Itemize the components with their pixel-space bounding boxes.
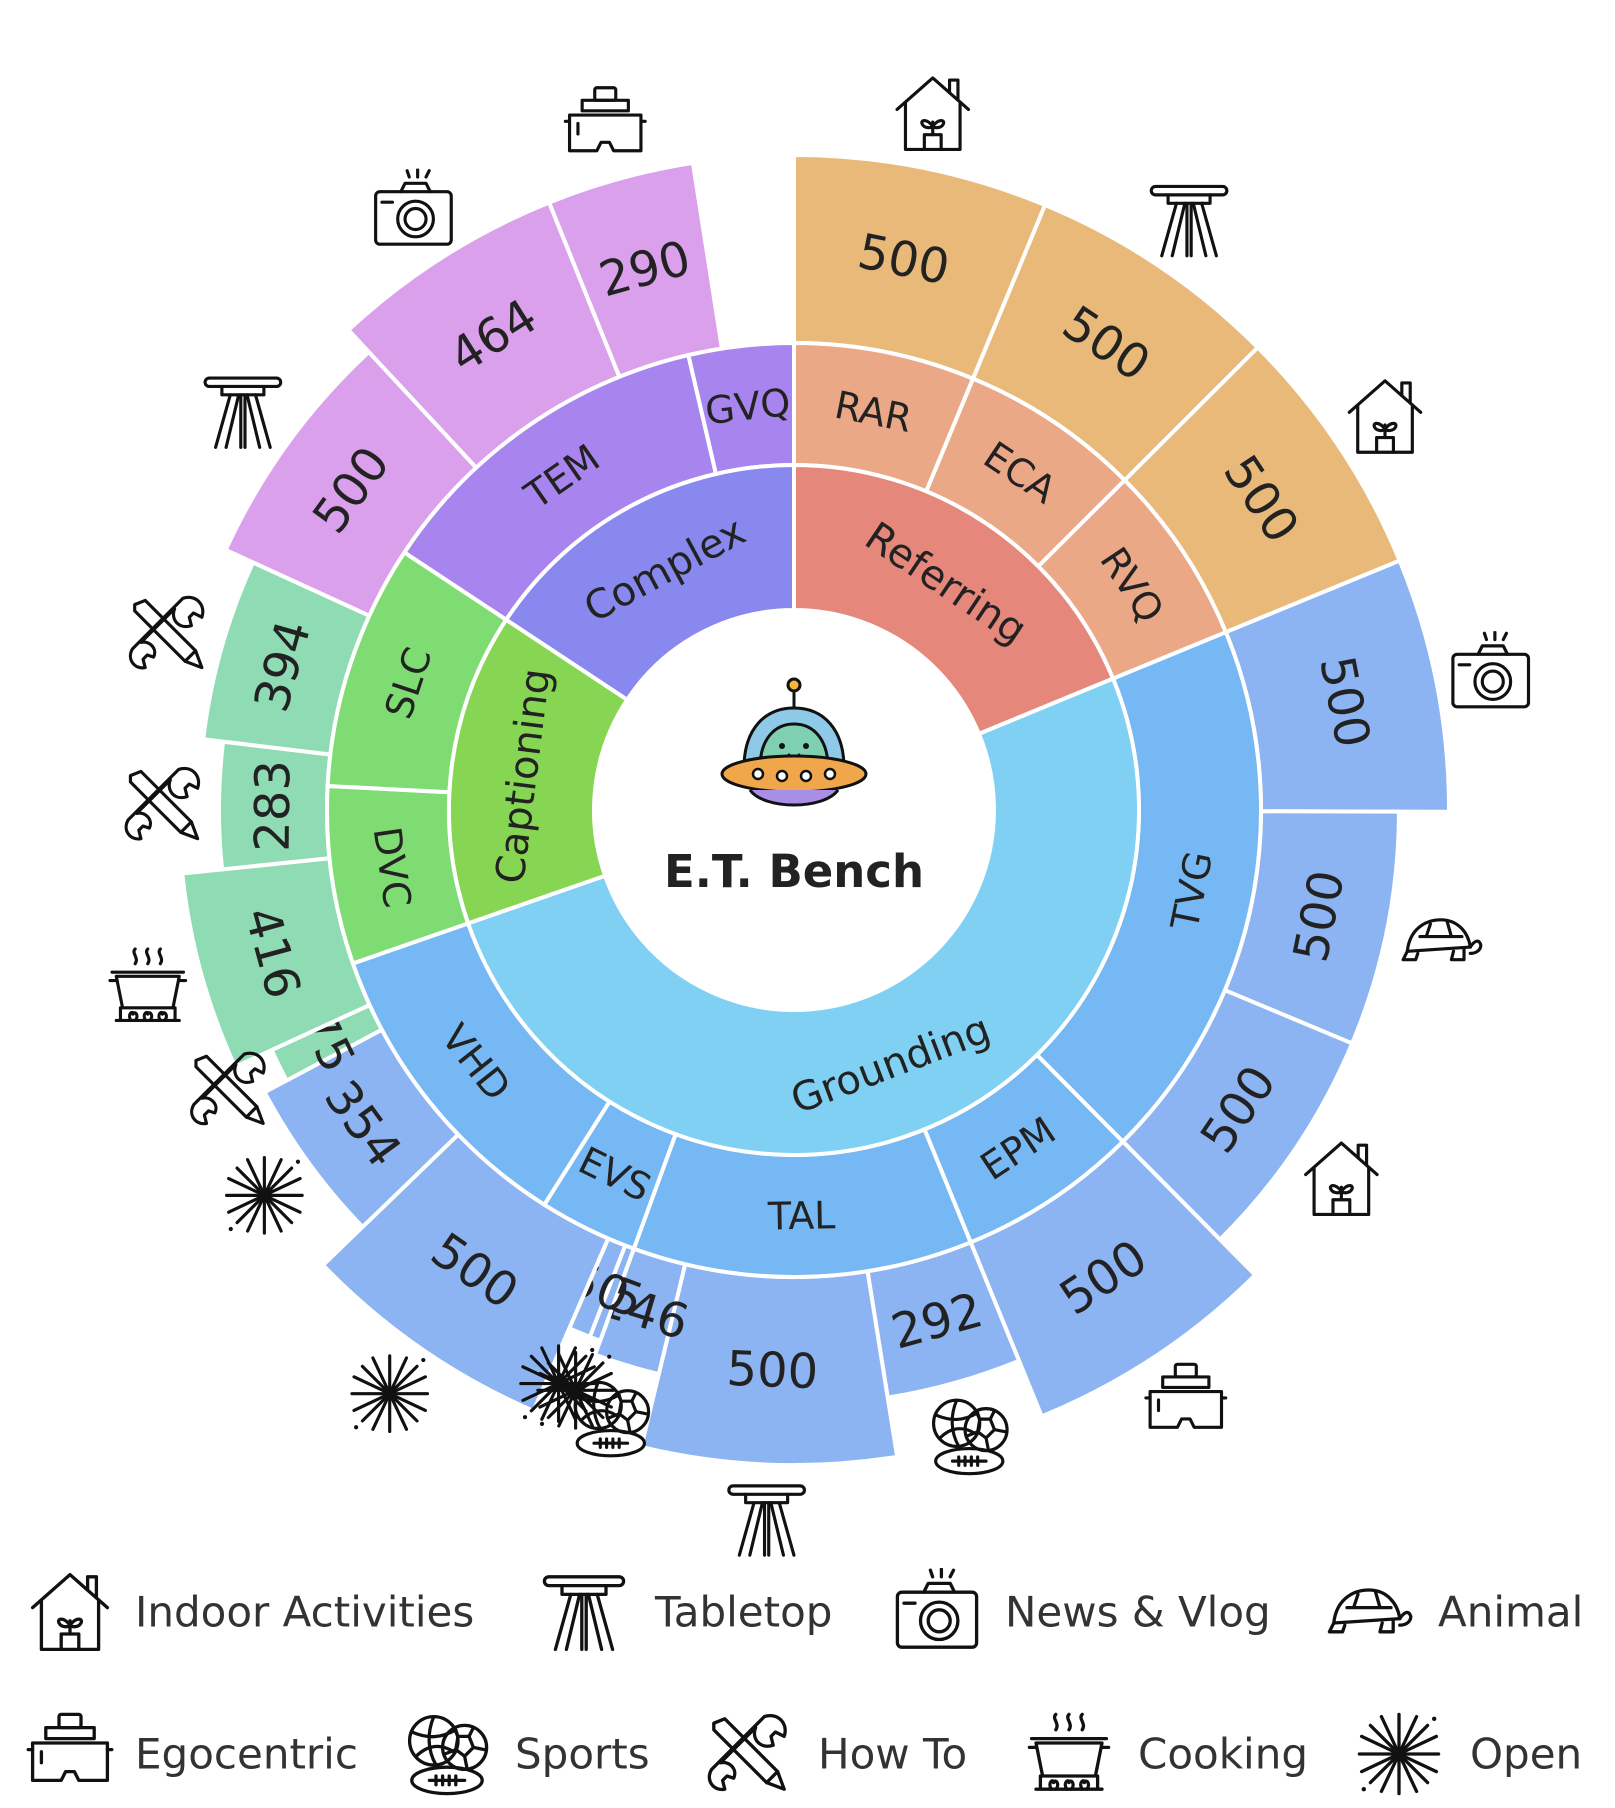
egocentric-icon: [563, 86, 647, 153]
indoor-icon: [1347, 379, 1423, 454]
legend-label: Indoor Activities: [135, 1588, 474, 1637]
howto-icon: [124, 766, 201, 841]
animal-icon: [1401, 918, 1483, 962]
sports-icon: [931, 1398, 1009, 1476]
legend-camera-icon: [895, 1568, 979, 1649]
legend-tabletop-icon: [542, 1575, 626, 1652]
legend-animal-icon: [1327, 1588, 1413, 1634]
sunburst-rings: 5005005005005005005002925001462550500354…: [180, 152, 1452, 1467]
egocentric-icon: [1144, 1362, 1228, 1429]
howto-icon: [190, 1051, 266, 1126]
legend-label: Sports: [515, 1730, 650, 1779]
middle-label: TAL: [767, 1193, 836, 1238]
legend-egocentric-icon: [26, 1712, 114, 1783]
legend-label: Egocentric: [135, 1730, 358, 1779]
cooking-icon: [108, 947, 188, 1023]
legend-cooking-icon: [1027, 1712, 1111, 1791]
howto-icon: [128, 595, 205, 670]
legend-label: Cooking: [1138, 1730, 1308, 1779]
legend-sports-icon: [407, 1714, 489, 1796]
tabletop-icon: [203, 376, 283, 449]
legend-open-icon: [1357, 1712, 1441, 1796]
indoor-icon: [1304, 1141, 1379, 1217]
legend-label: News & Vlog: [1005, 1588, 1271, 1637]
center-disk: [596, 612, 992, 1008]
outer-label: 500: [726, 1341, 820, 1400]
legend-label: Open: [1470, 1730, 1582, 1779]
tabletop-icon: [727, 1484, 807, 1557]
indoor-icon: [895, 76, 971, 151]
legend: Indoor Activities Tabletop News & Vlog Anim…: [26, 1568, 1583, 1796]
legend-label: How To: [818, 1730, 967, 1779]
open-icon: [224, 1155, 304, 1235]
legend-howto-icon: [707, 1713, 787, 1792]
camera-icon: [374, 168, 453, 246]
open-icon: [519, 1344, 598, 1423]
center-title: E.T. Bench: [664, 845, 924, 898]
sunburst-chart: 5005005005005005005002925001462550500354…: [26, 76, 1583, 1796]
tabletop-icon: [1149, 184, 1229, 258]
et-bench-sunburst-figure: 500 500 500 500 500 500 500 292 500 146 25 50 500 354…: [0, 0, 1615, 1804]
open-icon: [350, 1354, 430, 1434]
outer-label: 283: [245, 760, 302, 852]
legend-indoor-icon: [30, 1572, 110, 1652]
sports-icon: [573, 1380, 651, 1458]
legend-label: Animal: [1438, 1588, 1583, 1637]
legend-label: Tabletop: [654, 1588, 832, 1637]
camera-icon: [1451, 631, 1531, 709]
